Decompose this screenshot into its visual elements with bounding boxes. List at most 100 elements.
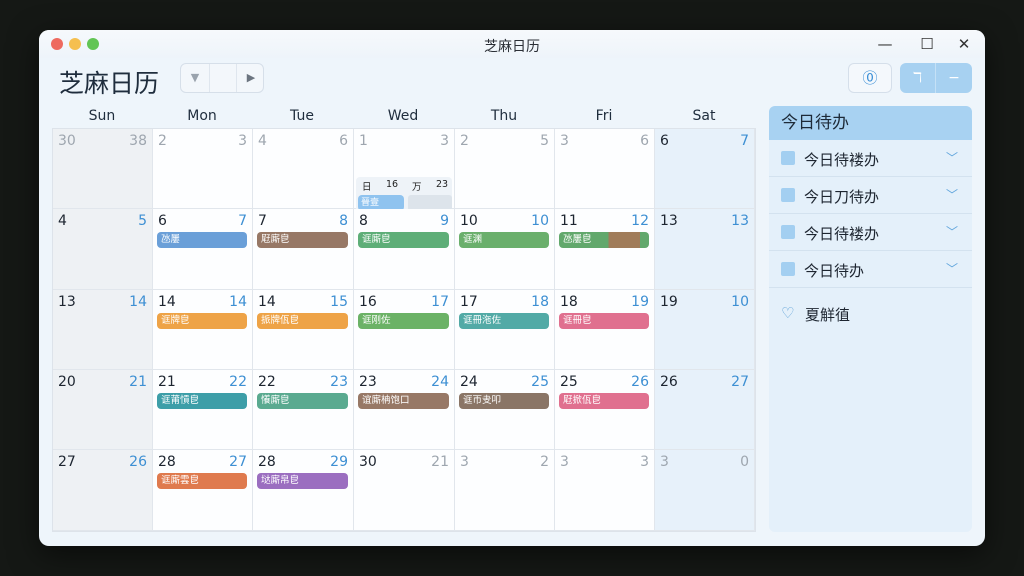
view-toggle-a-button[interactable]: ℸ xyxy=(900,63,936,93)
heart-icon: ♡ xyxy=(781,304,795,322)
day-cell[interactable]: 46 xyxy=(253,129,354,209)
help-button[interactable]: ⓪ xyxy=(848,63,892,93)
day-number: 17 xyxy=(460,294,478,310)
lunar-day-number: 19 xyxy=(631,294,649,310)
checkbox[interactable] xyxy=(781,188,795,202)
day-cell[interactable]: 21 22 诓莆愩皀 xyxy=(153,370,253,450)
event-chip[interactable]: 氹屢皀 xyxy=(559,232,649,248)
chevron-down-icon[interactable]: ﹀ xyxy=(946,186,958,203)
close-icon[interactable]: ✕ xyxy=(953,33,975,55)
day-cell[interactable]: 33 xyxy=(555,450,655,531)
day-number: 6 xyxy=(660,133,669,149)
day-cell[interactable]: 67 xyxy=(655,129,755,209)
day-number: 22 xyxy=(258,374,276,390)
day-cell[interactable]: 28 29 垯廝帛皀 xyxy=(253,450,354,531)
day-cell[interactable]: 13 14 xyxy=(53,290,153,370)
checkbox[interactable] xyxy=(781,151,795,165)
event-chip[interactable]: 诓冊皀 xyxy=(559,313,649,329)
day-number: 30 xyxy=(359,454,377,470)
minimize-icon[interactable]: — xyxy=(874,33,896,55)
event-chip[interactable]: 诓廝皀 xyxy=(358,232,449,248)
day-cell[interactable]: 7 8 屘廝皀 xyxy=(253,209,354,290)
day-cell[interactable]: 22 23 懩廝皀 xyxy=(253,370,354,450)
lunar-day-number: 8 xyxy=(339,213,348,229)
popup-col-label: 万 xyxy=(412,182,422,193)
event-chip[interactable]: 诓冊沲佐 xyxy=(459,313,549,329)
checkbox[interactable] xyxy=(781,262,795,276)
day-number: 7 xyxy=(258,213,267,229)
todo-item[interactable]: 今日待褛办 ﹀ xyxy=(769,214,972,251)
lunar-day-number: 18 xyxy=(531,294,549,310)
day-number: 2 xyxy=(460,133,469,149)
event-chip[interactable]: 懩廝皀 xyxy=(257,393,348,409)
day-cell[interactable]: 8 9 诓廝皀 xyxy=(354,209,455,290)
day-cell[interactable]: 17 18 诓冊沲佐 xyxy=(455,290,555,370)
day-cell[interactable]: 32 xyxy=(455,450,555,531)
event-preview-popup[interactable]: 日 16 万 23 晉壹 xyxy=(356,177,452,213)
event-chip[interactable]: 诓渊 xyxy=(459,232,549,248)
month-grid: 30 38 2 3 4 6 1 3 日 16 万 23 晉壹 2 5 3 6 6 7 4 5 6 7 氹屢 7 8 屘廝皀 8 9 诓廝皀… xyxy=(52,128,756,532)
day-cell[interactable]: 23 24 谊廝柟饱口 xyxy=(354,370,455,450)
lunar-day-number: 10 xyxy=(531,213,549,229)
day-cell[interactable]: 20 21 xyxy=(53,370,153,450)
event-chip[interactable]: 屘廝皀 xyxy=(257,232,348,248)
lunar-day-number: 13 xyxy=(731,213,749,229)
day-cell[interactable]: 28 27 诓廝雲皀 xyxy=(153,450,253,531)
checkbox[interactable] xyxy=(781,225,795,239)
lunar-day-number: 14 xyxy=(129,294,147,310)
weekday-label: Fri xyxy=(595,108,613,124)
day-cell[interactable]: 24 25 诓帀叏叩 xyxy=(455,370,555,450)
day-number: 1 xyxy=(359,133,368,149)
day-cell[interactable]: 19 10 xyxy=(655,290,755,370)
day-cell[interactable]: 30 21 xyxy=(354,450,455,531)
lunar-day-number: 6 xyxy=(640,133,649,149)
day-cell[interactable]: 36 xyxy=(555,129,655,209)
maximize-icon[interactable]: ☐ xyxy=(916,33,938,55)
previous-month-button[interactable]: ▼ xyxy=(181,64,209,92)
day-number: 6 xyxy=(158,213,167,229)
todo-item[interactable]: 今日刀待办 ﹀ xyxy=(769,177,972,214)
view-toggle-b-button[interactable]: − xyxy=(936,63,972,93)
day-cell[interactable]: 45 xyxy=(53,209,153,290)
event-chip[interactable]: 氹屢 xyxy=(157,232,247,248)
event-chip[interactable]: 屘掀佤皀 xyxy=(559,393,649,409)
chevron-down-icon[interactable]: ﹀ xyxy=(946,260,958,277)
day-cell[interactable]: 10 10 诓渊 xyxy=(455,209,555,290)
todo-item[interactable]: 今日待褛办 ﹀ xyxy=(769,140,972,177)
event-chip[interactable]: 诓莆愩皀 xyxy=(157,393,247,409)
day-number: 25 xyxy=(560,374,578,390)
day-cell[interactable]: 1 3 日 16 万 23 晉壹 xyxy=(354,129,455,213)
lunar-day-number: 12 xyxy=(631,213,649,229)
day-cell[interactable]: 30 38 xyxy=(53,129,153,209)
event-chip[interactable]: 诓牌皀 xyxy=(157,313,247,329)
day-cell[interactable]: 23 xyxy=(153,129,253,209)
day-cell[interactable]: 25 26 屘掀佤皀 xyxy=(555,370,655,450)
day-cell[interactable]: 11 12 氹屢皀 xyxy=(555,209,655,290)
event-chip[interactable]: 诓刚佐 xyxy=(358,313,449,329)
day-cell[interactable]: 6 7 氹屢 xyxy=(153,209,253,290)
lunar-day-number: 26 xyxy=(129,454,147,470)
day-cell[interactable]: 25 xyxy=(455,129,555,209)
chevron-down-icon[interactable]: ﹀ xyxy=(946,149,958,166)
lunar-day-number: 21 xyxy=(431,454,449,470)
day-cell[interactable]: 30 xyxy=(655,450,755,531)
day-cell[interactable]: 16 17 诓刚佐 xyxy=(354,290,455,370)
today-button[interactable] xyxy=(209,64,237,92)
chevron-down-icon[interactable]: ﹀ xyxy=(946,223,958,240)
day-cell[interactable]: 26 27 xyxy=(655,370,755,450)
day-cell[interactable]: 18 19 诓冊皀 xyxy=(555,290,655,370)
day-number: 3 xyxy=(560,133,569,149)
event-chip[interactable]: 诓廝雲皀 xyxy=(157,473,247,489)
next-month-button[interactable]: ▶ xyxy=(237,64,265,92)
event-chip[interactable]: 谊廝柟饱口 xyxy=(358,393,449,409)
day-cell[interactable]: 14 15 挀牌佤皀 xyxy=(253,290,354,370)
day-cell[interactable]: 13 13 xyxy=(655,209,755,290)
todo-label: 今日待办 xyxy=(804,262,865,280)
todo-item[interactable]: 今日待办 ﹀ xyxy=(769,251,972,288)
day-cell[interactable]: 14 14 诓牌皀 xyxy=(153,290,253,370)
day-cell[interactable]: 27 26 xyxy=(53,450,153,531)
event-chip[interactable]: 挀牌佤皀 xyxy=(257,313,348,329)
event-chip[interactable]: 垯廝帛皀 xyxy=(257,473,348,489)
event-chip[interactable]: 诓帀叏叩 xyxy=(459,393,549,409)
calendar-window: 芝麻日历 — ☐ ✕ 芝麻日历 ▼ ▶ ⓪ ℸ − Sun Mon Tue We… xyxy=(39,30,985,546)
